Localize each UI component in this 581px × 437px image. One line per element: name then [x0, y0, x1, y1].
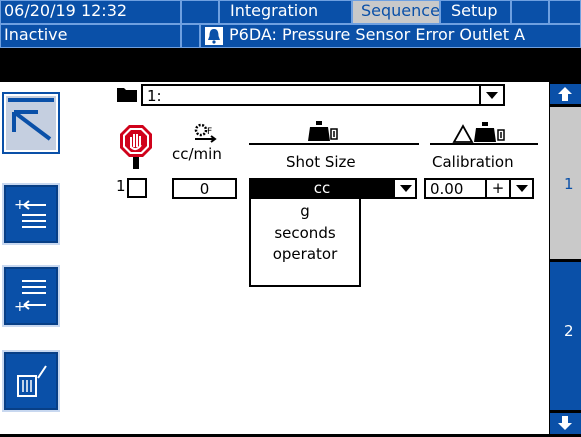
shot-unit-options-list: g seconds operator: [249, 199, 361, 287]
scroll-down-button[interactable]: [550, 413, 581, 434]
option-g[interactable]: g: [251, 202, 359, 220]
select-edit-icon: [8, 98, 54, 141]
arrow-down-icon: [558, 416, 572, 430]
status-blank-cell: [181, 24, 200, 48]
flow-rate-input[interactable]: 0: [172, 178, 237, 199]
svg-text:+: +: [14, 299, 26, 315]
svg-text:+: +: [14, 197, 26, 213]
shot-size-header: Shot Size: [286, 153, 356, 171]
flow-unit-label: cc/min: [172, 145, 222, 163]
calibration-chevron-down-icon[interactable]: [509, 180, 532, 197]
shot-unit-chevron-down-icon[interactable]: [393, 180, 415, 197]
header-blank-cell-3: [549, 0, 581, 24]
row-index: 1: [116, 177, 126, 195]
error-banner[interactable]: P6DA: Pressure Sensor Error Outlet A: [200, 24, 581, 48]
insert-step-above-button[interactable]: +: [2, 183, 60, 245]
sequence-select-value: 1:: [147, 87, 162, 105]
shot-size-divider: [249, 143, 419, 145]
dispense-valve-icon: [306, 121, 340, 145]
folder-icon: [117, 86, 137, 102]
calibration-sign-toggle[interactable]: +: [485, 180, 509, 197]
sequence-select[interactable]: 1:: [141, 84, 505, 106]
calibration-value: 0.00: [430, 180, 464, 198]
calibration-divider: [430, 143, 538, 145]
option-operator[interactable]: operator: [251, 245, 359, 263]
delete-step-button[interactable]: [2, 350, 60, 412]
shot-unit-selected-option[interactable]: cc: [251, 180, 393, 197]
chevron-down-icon[interactable]: [479, 86, 503, 104]
select-sequence-button[interactable]: [2, 92, 60, 154]
status-indicator: Inactive: [0, 24, 181, 48]
tab-setup[interactable]: Setup: [440, 0, 511, 24]
option-seconds[interactable]: seconds: [251, 224, 359, 242]
page-2-button[interactable]: 2: [550, 262, 581, 410]
stop-hand-icon: [119, 123, 153, 169]
insert-above-icon: +: [14, 197, 46, 228]
header-blank-cell: [181, 0, 219, 24]
insert-step-below-button[interactable]: +: [2, 265, 60, 327]
header-blank-cell-2: [511, 0, 549, 24]
alarm-bell-icon: [205, 26, 223, 45]
insert-below-icon: +: [14, 280, 46, 315]
calibration-header: Calibration: [432, 153, 514, 171]
page-1-button[interactable]: 1: [550, 107, 581, 259]
shot-unit-select[interactable]: cc: [249, 178, 417, 199]
tab-sequence[interactable]: Sequence: [352, 0, 440, 24]
datetime-display: 06/20/19 12:32: [0, 0, 181, 24]
trash-icon: [17, 365, 47, 397]
tab-integration[interactable]: Integration: [219, 0, 352, 24]
flow-rate-icon: F: [192, 122, 220, 144]
calibration-input[interactable]: 0.00 +: [424, 178, 534, 199]
arrow-up-icon: [558, 87, 572, 101]
row-stop-checkbox[interactable]: [127, 178, 147, 198]
scroll-up-button[interactable]: [550, 84, 581, 104]
